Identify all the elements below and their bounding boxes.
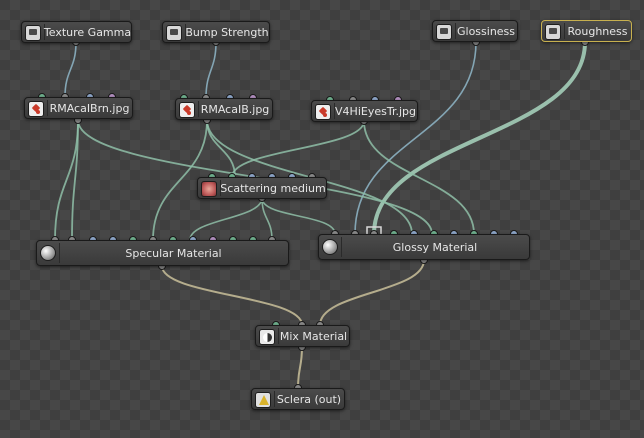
node-divider: [274, 391, 275, 407]
node-wire: [354, 41, 477, 235]
node-title: RMAcaIBrn.jpg: [49, 101, 130, 115]
node-mix-material[interactable]: Mix Material: [255, 325, 350, 347]
node-title: Specular Material: [125, 246, 222, 260]
mix-icon: [259, 329, 275, 345]
value-icon: [166, 25, 182, 41]
node-divider: [278, 328, 279, 344]
node-title: Glossiness: [456, 24, 516, 38]
scattering-icon: [201, 181, 217, 197]
node-bump-strength[interactable]: Bump Strength: [162, 21, 270, 43]
node-rmacaibrn[interactable]: RMAcaIBrn.jpg: [24, 97, 133, 119]
node-divider: [455, 23, 456, 39]
node-title: Mix Material: [279, 329, 348, 343]
image-texture-icon: [179, 102, 195, 118]
image-texture-icon: [28, 101, 44, 117]
node-scattering-medium[interactable]: Scattering medium: [197, 177, 327, 199]
node-texture-gamma[interactable]: Texture Gamma: [21, 21, 132, 43]
node-specular-material[interactable]: Specular Material: [36, 240, 289, 266]
node-divider: [59, 243, 60, 263]
wire-layer: [38, 38, 589, 392]
value-icon: [436, 24, 452, 40]
node-title: Sclera (out): [276, 392, 342, 406]
node-wire: [64, 41, 77, 98]
node-divider: [47, 100, 48, 116]
node-glossiness[interactable]: Glossiness: [432, 20, 518, 42]
node-wire: [372, 41, 587, 235]
node-wire: [297, 346, 303, 389]
material-sphere-icon: [40, 245, 56, 261]
node-title: Scattering medium: [220, 181, 326, 195]
node-wire: [231, 120, 365, 178]
node-glossy-material[interactable]: Glossy Material: [318, 234, 530, 260]
image-texture-icon: [315, 104, 331, 120]
node-title: V4HiEyesTr.jpg: [335, 104, 416, 118]
node-divider: [564, 23, 565, 39]
node-title: Bump Strength: [185, 25, 269, 39]
node-roughness[interactable]: Roughness: [541, 20, 632, 42]
node-graph-canvas[interactable]: Texture Gamma Bump Strength Glossiness R…: [0, 0, 644, 438]
node-divider: [198, 101, 199, 117]
node-wire: [189, 197, 263, 241]
node-title: RMAcaIB.jpg: [200, 102, 270, 116]
node-sclera-out[interactable]: Sclera (out): [251, 388, 345, 410]
node-wire: [261, 197, 336, 235]
node-title: Texture Gamma: [43, 25, 132, 39]
node-wire: [71, 119, 79, 241]
node-wire: [205, 41, 217, 99]
node-title: Glossy Material: [392, 240, 478, 254]
material-sphere-icon: [322, 239, 338, 255]
value-icon: [545, 24, 561, 40]
node-wire: [161, 265, 303, 326]
node-title: Roughness: [567, 24, 628, 38]
node-divider: [341, 237, 342, 257]
node-v4hieyestr[interactable]: V4HiEyesTr.jpg: [311, 100, 418, 122]
node-rmacaib[interactable]: RMAcaIB.jpg: [175, 98, 273, 120]
value-icon: [25, 25, 41, 41]
node-wire: [261, 197, 273, 241]
output-icon: [255, 392, 271, 408]
node-wire: [319, 259, 425, 326]
node-wire: [206, 119, 236, 178]
